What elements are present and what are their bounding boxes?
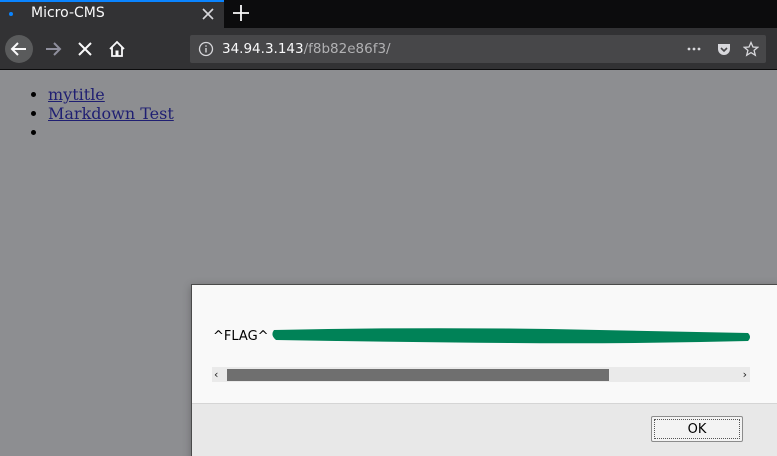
forward-button[interactable] xyxy=(40,35,68,63)
page-link-markdown-test[interactable]: Markdown Test xyxy=(48,104,174,123)
url-bar[interactable]: 34.94.3.143/f8b82e86f3/ xyxy=(190,35,766,63)
home-button[interactable] xyxy=(103,35,131,63)
stop-x-icon xyxy=(78,42,92,56)
arrow-right-icon xyxy=(46,42,62,56)
dialog-message: ^FLAG^ xyxy=(213,329,269,344)
stop-button[interactable] xyxy=(71,35,99,63)
dialog-body: ^FLAG^ ‹ › xyxy=(192,285,777,403)
url-host: 34.94.3.143 xyxy=(222,41,304,57)
ok-button[interactable]: OK xyxy=(651,416,743,442)
list-item: mytitle xyxy=(48,85,174,104)
plus-icon[interactable] xyxy=(230,2,252,24)
url-path: /f8b82e86f3/ xyxy=(303,41,391,57)
tab-strip: Micro-CMS xyxy=(0,0,777,28)
scroll-left-icon[interactable]: ‹ xyxy=(214,368,218,381)
list-item xyxy=(48,123,174,142)
redaction-mark xyxy=(272,328,750,344)
back-button[interactable] xyxy=(5,35,33,63)
alert-dialog: ^FLAG^ ‹ › OK xyxy=(191,284,777,456)
tab-title: Micro-CMS xyxy=(31,5,105,21)
nav-bar: 34.94.3.143/f8b82e86f3/ xyxy=(0,28,777,70)
tab-micro-cms[interactable]: Micro-CMS xyxy=(0,0,224,28)
page-list: mytitle Markdown Test xyxy=(48,85,174,142)
list-item: Markdown Test xyxy=(48,104,174,123)
url-text[interactable]: 34.94.3.143/f8b82e86f3/ xyxy=(222,41,391,57)
home-icon xyxy=(109,40,125,57)
horizontal-scrollbar[interactable]: ‹ › xyxy=(212,367,750,382)
page-link-mytitle[interactable]: mytitle xyxy=(48,85,105,104)
star-icon[interactable] xyxy=(743,41,759,57)
dialog-footer: OK xyxy=(192,403,777,456)
more-dots-icon[interactable] xyxy=(686,41,702,57)
pocket-icon[interactable] xyxy=(716,41,732,57)
favicon-icon xyxy=(9,12,13,16)
scroll-right-icon[interactable]: › xyxy=(743,368,747,381)
arrow-left-icon xyxy=(10,42,26,56)
scrollbar-thumb[interactable] xyxy=(227,369,609,381)
info-icon[interactable] xyxy=(198,41,214,57)
close-icon[interactable] xyxy=(200,6,216,22)
